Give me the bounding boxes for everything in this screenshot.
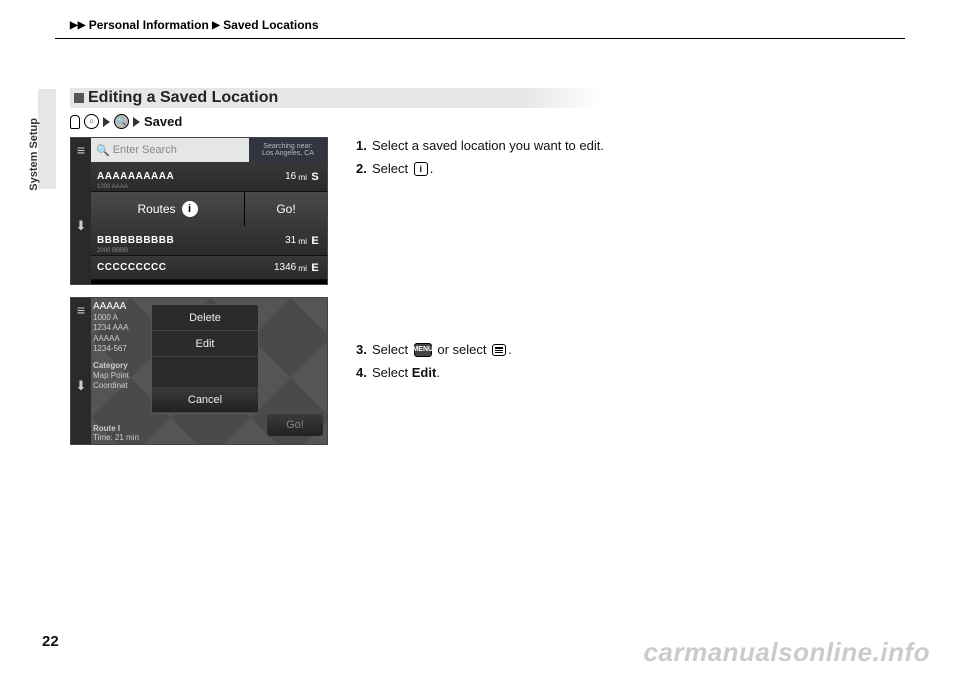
crumb-2: Saved Locations [223,18,318,32]
path-saved: Saved [144,114,182,129]
watermark: carmanualsonline.info [644,637,930,668]
chevron-right-icon: ▶ [212,20,220,31]
search-placeholder: Enter Search [113,144,177,156]
info-icon [414,162,428,176]
menu-cancel[interactable]: Cancel [152,387,258,413]
go-button[interactable]: Go! [245,192,327,226]
home-icon: ⌂ [84,114,99,129]
chevron-right-icon [103,117,110,127]
list-item[interactable]: BBBBBBBBBB 2000 BBBB 31miE [91,226,327,256]
go-button[interactable]: Go! [267,414,323,436]
square-bullet-icon [74,93,84,103]
step-2: 2. Select . [356,160,890,179]
hamburger-icon[interactable]: ≡ [77,142,85,158]
step-1: 1. Select a saved location you want to e… [356,137,890,156]
hamburger-icon [492,344,506,356]
screenshot-edit-popup: ≡ ⬇ AAAAA 1000 A 1234 AAA AAAAA 1234-567… [70,297,328,445]
menu-edit[interactable]: Edit [152,331,258,357]
searching-near[interactable]: Searching near: Los Angeles, CA [249,138,327,162]
location-details: AAAAA 1000 A 1234 AAA AAAAA 1234-567 Cat… [93,300,129,392]
context-menu: Delete Edit Cancel [151,304,259,414]
route-info: Route I Time: 21 min [93,424,139,442]
chevron-right-icon [133,117,140,127]
hamburger-icon[interactable]: ≡ [77,302,85,318]
menu-delete[interactable]: Delete [152,305,258,331]
crumb-1: Personal Information [89,18,209,32]
step-3: 3. Select MENU or select . [356,341,890,360]
list-item[interactable]: AAAAAAAAAA 1000 AAAA 16miS [91,162,327,192]
search-input[interactable]: 🔍 Enter Search [91,138,249,162]
scroll-down-icon[interactable]: ⬇ [76,218,87,234]
section-heading: Editing a Saved Location [70,88,600,108]
menu-button-icon: MENU [414,343,432,357]
list-item[interactable]: CCCCCCCCC 1346miE [91,256,327,280]
divider [55,38,905,39]
breadcrumb: ▶▶ Personal Information ▶ Saved Location… [70,18,890,32]
routes-button[interactable]: Routes i [91,192,245,226]
list-item-expanded: Routes i Go! [91,192,327,226]
info-icon[interactable]: i [182,201,198,217]
map-area: AAAAA 1000 A 1234 AAA AAAAA 1234-567 Cat… [91,298,327,444]
page-number: 22 [42,633,59,650]
section-title-text: Editing a Saved Location [88,89,278,107]
scroll-down-icon[interactable]: ⬇ [76,378,87,394]
side-tab-bg [38,89,56,189]
finger-icon [70,115,80,129]
screenshot-saved-list: ≡ ⬇ 🔍 Enter Search Searching near: Los A… [70,137,328,285]
side-tab-label: System Setup [28,118,40,191]
chevron-right-icon: ▶ [70,20,78,31]
magnifier-icon: 🔍 [96,144,110,157]
search-circle-icon: 🔍 [114,114,129,129]
nav-path: ⌂ 🔍 Saved [70,114,890,129]
step-4: 4. Select Edit. [356,364,890,383]
chevron-right-icon: ▶ [78,20,86,31]
